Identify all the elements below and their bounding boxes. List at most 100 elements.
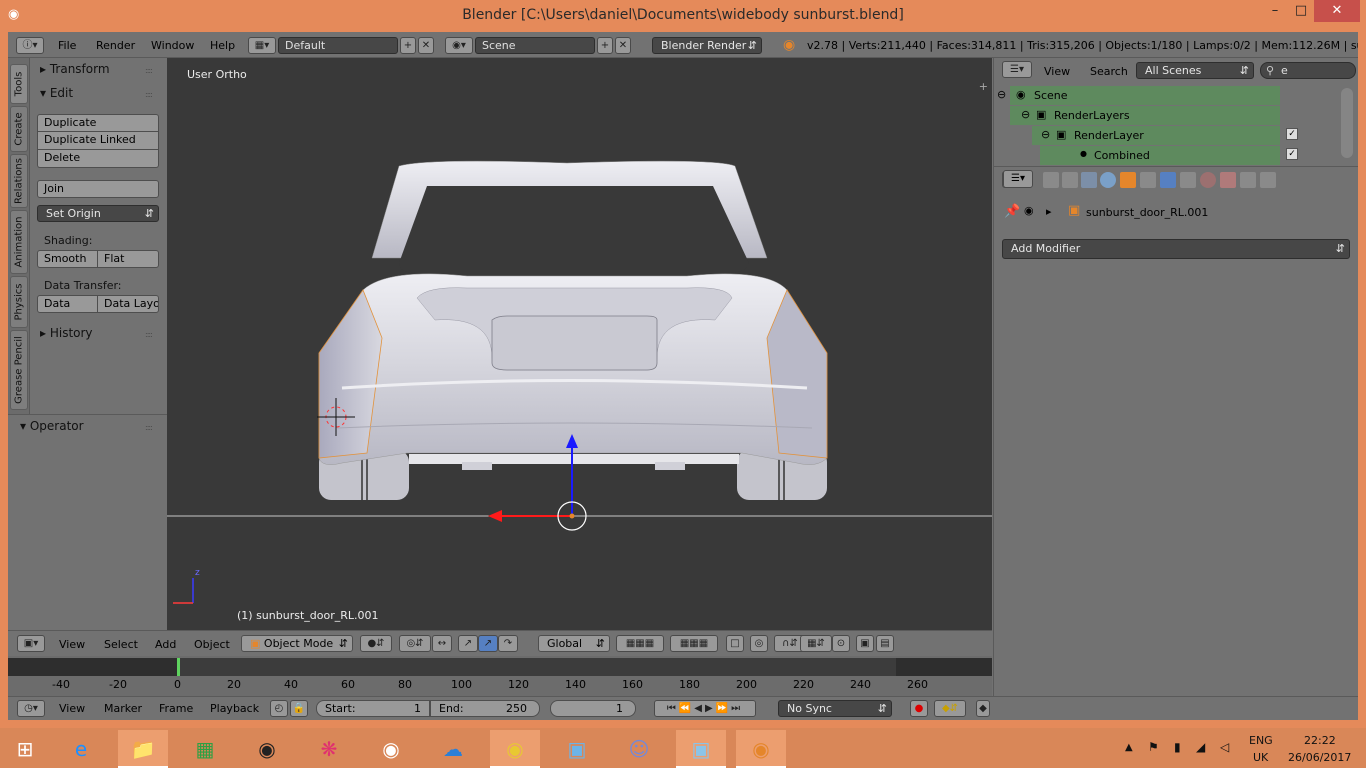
transform-panel-header[interactable]: ▸ Transform	[40, 62, 110, 76]
proportional-edit-icon[interactable]: ◎	[750, 635, 768, 652]
scene-icon[interactable]: ◉▾	[445, 37, 473, 54]
outliner-editor-icon[interactable]: ☰▾	[1002, 61, 1032, 78]
add-layout-icon[interactable]: +	[400, 37, 416, 54]
duplicate-button[interactable]: Duplicate	[37, 114, 159, 132]
remove-scene-icon[interactable]: ✕	[615, 37, 631, 54]
start-frame-field[interactable]: Start: 1	[316, 700, 430, 717]
outliner-row-renderlayers[interactable]	[1010, 106, 1280, 125]
keyframe-icon[interactable]: ◆	[976, 700, 990, 717]
history-panel-header[interactable]: ▸ History	[40, 326, 93, 340]
pin-icon[interactable]: 📌	[1004, 204, 1020, 219]
set-origin-select[interactable]: Set Origin ⇵	[37, 205, 159, 222]
menu-search[interactable]: Search	[1090, 65, 1128, 78]
collapse-icon[interactable]: ⊖	[997, 88, 1006, 101]
menu-select[interactable]: Select	[104, 638, 138, 651]
flat-button[interactable]: Flat	[97, 250, 159, 268]
volume-icon[interactable]: ◁	[1220, 740, 1229, 754]
world-tab-icon[interactable]	[1100, 172, 1116, 188]
renderlayer-checkbox[interactable]: ✓	[1286, 128, 1298, 140]
physics-tab-icon[interactable]	[1260, 172, 1276, 188]
particles-tab-icon[interactable]	[1240, 172, 1256, 188]
smooth-button[interactable]: Smooth	[37, 250, 98, 268]
close-button[interactable]: ✕	[1314, 0, 1360, 22]
object-tab-icon[interactable]	[1120, 172, 1136, 188]
store-icon[interactable]: ▦	[180, 730, 230, 768]
tab-physics[interactable]: Physics	[10, 276, 28, 328]
menu-view[interactable]: View	[59, 702, 85, 715]
duplicate-linked-button[interactable]: Duplicate Linked	[37, 132, 159, 150]
layers-grid-1[interactable]: ▦▦▦	[616, 635, 664, 652]
tab-animation[interactable]: Animation	[10, 210, 28, 274]
menu-view[interactable]: View	[59, 638, 85, 651]
layers-grid-2[interactable]: ▦▦▦	[670, 635, 718, 652]
record-icon[interactable]: ●	[910, 700, 928, 717]
file-explorer-icon[interactable]: 📁	[118, 730, 168, 768]
current-frame-indicator[interactable]	[177, 658, 180, 676]
network-icon[interactable]: ◢	[1196, 740, 1205, 754]
blender-taskbar-icon[interactable]: ◉	[736, 730, 786, 768]
viewport-shading-icon[interactable]: ●⇵	[360, 635, 392, 652]
collapse-icon[interactable]: ⊖	[1041, 128, 1050, 141]
battery-icon[interactable]: ▮	[1174, 740, 1181, 754]
chrome-icon[interactable]: ◉	[490, 730, 540, 768]
add-scene-icon[interactable]: +	[597, 37, 613, 54]
menu-help[interactable]: Help	[210, 39, 235, 52]
internet-explorer-icon[interactable]: e	[56, 730, 106, 768]
menu-file[interactable]: File	[58, 39, 76, 52]
manipulator-toggle-icon[interactable]: ↔	[432, 635, 452, 652]
tab-relations[interactable]: Relations	[10, 154, 28, 208]
scale-manipulator-icon[interactable]: ↷	[498, 635, 518, 652]
collapse-icon[interactable]: ⊖	[1021, 108, 1030, 121]
render-still-icon[interactable]: ▣	[856, 635, 874, 652]
car-model[interactable]	[167, 58, 992, 630]
playback-controls[interactable]: ⏮⏪◀▶⏩⏭	[654, 700, 756, 717]
lock-layers-icon[interactable]: □	[726, 635, 744, 652]
current-frame-field[interactable]: 1	[550, 700, 636, 717]
layout-icon[interactable]: ▦▾	[248, 37, 276, 54]
drag-grip-icon[interactable]: ::::	[145, 90, 153, 99]
modifiers-tab-icon[interactable]	[1160, 172, 1176, 188]
render-tab-icon[interactable]	[1043, 172, 1059, 188]
start-button[interactable]: ⊞	[0, 730, 50, 768]
mode-select[interactable]: ▣ Object Mode ⇵	[241, 635, 353, 652]
info-editor-icon[interactable]: ⓘ▾	[16, 37, 44, 54]
region-label[interactable]: UK	[1253, 751, 1268, 764]
render-engine-select[interactable]: Blender Render ⇵	[652, 37, 762, 54]
menu-marker[interactable]: Marker	[104, 702, 142, 715]
menu-render[interactable]: Render	[96, 39, 135, 52]
scene-field[interactable]: Scene	[475, 37, 595, 54]
language-label[interactable]: ENG	[1249, 734, 1273, 747]
drag-grip-icon[interactable]: ::::	[145, 423, 153, 432]
menu-view[interactable]: View	[1044, 65, 1070, 78]
cloud-app-icon[interactable]: ☁	[428, 730, 478, 768]
paint-app-icon[interactable]: ❋	[304, 730, 354, 768]
add-modifier-select[interactable]: Add Modifier ⇵	[1002, 239, 1350, 259]
outliner-search-input[interactable]: ⚲ e	[1260, 62, 1356, 79]
camera-app-icon[interactable]: ◉	[242, 730, 292, 768]
edit-panel-header[interactable]: ▾ Edit	[40, 86, 73, 100]
delete-button[interactable]: Delete	[37, 150, 159, 168]
orientation-select[interactable]: Global ⇵	[538, 635, 610, 652]
show-hidden-icons-icon[interactable]: ▲	[1125, 742, 1133, 753]
menu-frame[interactable]: Frame	[159, 702, 193, 715]
menu-add[interactable]: Add	[155, 638, 176, 651]
tab-tools[interactable]: Tools	[10, 64, 28, 104]
timeline-editor-icon[interactable]: ◷▾	[17, 700, 45, 717]
editor-type-icon[interactable]: ▣▾	[17, 635, 45, 652]
constraints-tab-icon[interactable]	[1140, 172, 1156, 188]
tab-grease-pencil[interactable]: Grease Pencil	[10, 330, 28, 410]
preview-range-icon[interactable]: ◴	[270, 700, 288, 717]
3d-viewport[interactable]: User Ortho + z (1) sunburst_door_RL.001	[167, 58, 992, 630]
pivot-point-icon[interactable]: ◎⇵	[399, 635, 431, 652]
hp-icon[interactable]: ◉	[366, 730, 416, 768]
snap-target-icon[interactable]: ▦⇵	[800, 635, 832, 652]
outliner-row-combined[interactable]	[1040, 146, 1280, 165]
drag-grip-icon[interactable]: ::::	[145, 330, 153, 339]
snap-element-icon[interactable]: ⊙	[832, 635, 850, 652]
combined-checkbox[interactable]: ✓	[1286, 148, 1298, 160]
layout-field[interactable]: Default	[278, 37, 398, 54]
timeline-ruler[interactable]	[8, 676, 992, 694]
discord-icon[interactable]: ☺	[614, 730, 664, 768]
photos-icon[interactable]: ▣	[676, 730, 726, 768]
menu-playback[interactable]: Playback	[210, 702, 259, 715]
